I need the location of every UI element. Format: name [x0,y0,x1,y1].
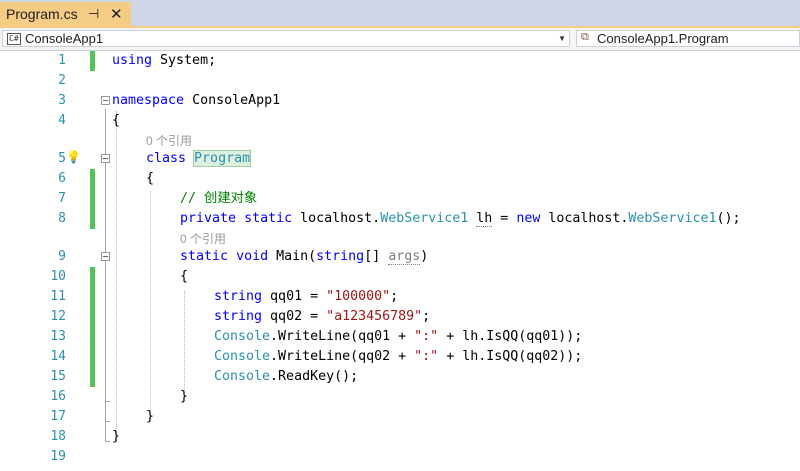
line-number: 3 [58,93,66,108]
dropdown-arrow-icon[interactable]: ▼ [558,34,566,43]
highlighted-symbol: Program [193,150,252,167]
collapse-toggle-icon[interactable] [101,96,110,105]
code-comment: // 创建对象 [180,191,258,206]
member-dropdown[interactable]: ⧉ ConsoleApp1.Program [576,30,800,47]
code-line[interactable]: 17 } [0,407,800,427]
code-text: class Program [146,150,252,167]
code-line[interactable]: 9 static void Main(string[] args) [0,247,800,267]
line-number: 18 [50,429,66,444]
member-dropdown-value: ConsoleApp1.Program [597,31,729,46]
tab-filename: Program.cs [6,6,78,22]
code-line[interactable]: 15 Console.ReadKey(); [0,367,800,387]
codelens-references[interactable]: 0 个引用 [180,229,226,249]
code-text: } [180,389,189,404]
code-text: namespace ConsoleApp1 [112,93,281,108]
code-text: Console.WriteLine(qq01 + ":" + lh.IsQQ(q… [214,329,583,344]
codelens-row: 0 个引用 [0,131,800,149]
class-icon: ⧉ [581,31,589,43]
code-line[interactable]: 13 Console.WriteLine(qq01 + ":" + lh.IsQ… [0,327,800,347]
code-line[interactable]: 19 [0,447,800,467]
collapse-toggle-icon[interactable] [101,154,110,163]
line-number: 12 [50,309,66,324]
change-indicator [90,287,95,307]
code-text: Console.WriteLine(qq02 + ":" + lh.IsQQ(q… [214,349,583,364]
code-text: { [146,171,155,186]
code-line[interactable]: 8 private static localhost.WebService1 l… [0,209,800,229]
navigation-bar: C# ConsoleApp1 ▼ ⧉ ConsoleApp1.Program [0,28,800,51]
code-editor[interactable]: 1 using System; 2 3 namespace ConsoleApp… [0,51,800,471]
line-number: 10 [50,269,66,284]
line-number: 13 [50,329,66,344]
code-line[interactable]: 3 namespace ConsoleApp1 [0,91,800,111]
change-indicator [90,307,95,327]
code-line[interactable]: 7 // 创建对象 [0,189,800,209]
code-line[interactable]: 10 { [0,267,800,287]
change-indicator [90,347,95,367]
change-indicator [90,327,95,347]
code-line[interactable]: 4 { [0,111,800,131]
code-line[interactable]: 5 💡 class Program [0,149,800,169]
line-number: 9 [58,249,66,264]
line-number: 8 [58,211,66,226]
csharp-project-icon: C# [7,33,21,45]
change-indicator [90,267,95,287]
change-indicator [90,51,95,71]
code-text: } [146,409,155,424]
line-number: 15 [50,369,66,384]
code-text: { [112,113,121,128]
line-number: 4 [58,113,66,128]
codelens-row: 0 个引用 [0,229,800,247]
line-number: 7 [58,191,66,206]
code-line[interactable]: 18 } [0,427,800,447]
change-indicator [90,209,95,229]
line-number: 11 [50,289,66,304]
pin-icon[interactable]: ⊣ [88,6,99,22]
code-line[interactable]: 14 Console.WriteLine(qq02 + ":" + lh.IsQ… [0,347,800,367]
line-number: 19 [50,449,66,464]
project-dropdown[interactable]: C# ConsoleApp1 ▼ [2,30,570,47]
change-indicator [90,367,95,387]
code-line[interactable]: 12 string qq02 = "a123456789"; [0,307,800,327]
code-text: { [180,269,189,284]
code-line[interactable]: 16 } [0,387,800,407]
change-indicator [90,169,95,189]
code-text: } [112,429,121,444]
lightbulb-icon[interactable]: 💡 [66,150,81,164]
code-text: string qq02 = "a123456789"; [214,309,431,324]
code-text: private static localhost.WebService1 lh … [180,211,741,227]
collapse-toggle-icon[interactable] [101,252,110,261]
codelens-references[interactable]: 0 个引用 [146,131,192,151]
close-icon[interactable]: ✕ [110,5,123,23]
code-text: static void Main(string[] args) [180,249,429,265]
line-number: 17 [50,409,66,424]
line-number: 2 [58,73,66,88]
code-line[interactable]: 6 { [0,169,800,189]
code-text: string qq01 = "100000"; [214,289,399,304]
code-line[interactable]: 2 [0,71,800,91]
document-tab-bar: Program.cs ⊣ ✕ [0,0,800,28]
line-number: 16 [50,389,66,404]
code-text: Console.ReadKey(); [214,369,359,384]
line-number: 5 [58,151,66,166]
tab-program-cs[interactable]: Program.cs ⊣ ✕ [0,2,131,28]
project-dropdown-value: ConsoleApp1 [25,31,104,46]
change-indicator [90,189,95,209]
line-number: 14 [50,349,66,364]
line-number: 1 [58,53,66,68]
code-line[interactable]: 1 using System; [0,51,800,71]
code-text: using System; [112,53,217,68]
line-number: 6 [58,171,66,186]
code-line[interactable]: 11 string qq01 = "100000"; [0,287,800,307]
